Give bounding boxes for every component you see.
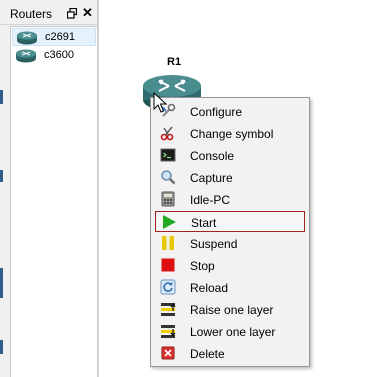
menu-item-start[interactable]: Start	[155, 211, 305, 232]
menu-item-suspend[interactable]: Suspend	[155, 233, 305, 254]
list-item-c2691[interactable]: c2691	[12, 28, 96, 46]
menu-item-idle-pc[interactable]: Idle-PC	[155, 189, 305, 210]
menu-item-lower-layer[interactable]: Lower one layer	[155, 321, 305, 342]
menu-item-capture[interactable]: Capture	[155, 167, 305, 188]
console-icon	[160, 148, 176, 162]
menu-item-label: Suspend	[190, 237, 238, 251]
menu-item-label: Change symbol	[190, 127, 274, 141]
menu-item-change-symbol[interactable]: Change symbol	[155, 123, 305, 144]
menu-item-label: Configure	[190, 105, 243, 119]
reload-icon	[160, 279, 176, 295]
float-icon[interactable]	[67, 8, 77, 19]
edge-decoration	[0, 340, 3, 354]
change-symbol-icon	[160, 126, 174, 141]
menu-item-label: Delete	[190, 347, 225, 361]
menu-item-reload[interactable]: Reload	[155, 277, 305, 298]
dock-header: Routers ✕	[0, 4, 97, 25]
stop-icon	[161, 258, 175, 272]
router-icon	[16, 49, 36, 63]
lower-layer-icon	[161, 325, 176, 338]
mouse-cursor-icon	[153, 92, 168, 113]
menu-item-label: Stop	[190, 259, 215, 273]
menu-item-label: Idle-PC	[190, 193, 231, 207]
menu-item-label: Lower one layer	[190, 325, 276, 339]
close-icon[interactable]: ✕	[82, 5, 93, 21]
menu-item-delete[interactable]: Delete	[155, 343, 305, 364]
dock-title: Routers	[10, 7, 53, 21]
start-icon	[163, 215, 176, 229]
capture-icon	[161, 170, 176, 185]
menu-item-raise-layer[interactable]: Raise one layer	[155, 299, 305, 320]
router-icon	[17, 31, 37, 45]
edge-decoration	[0, 268, 3, 298]
delete-icon	[161, 346, 175, 360]
edge-decoration	[0, 90, 3, 104]
menu-item-label: Console	[190, 149, 235, 163]
suspend-icon	[162, 236, 174, 250]
raise-layer-icon	[161, 303, 176, 316]
router-list: c2691 c3600	[10, 26, 97, 377]
list-item-label: c2691	[45, 31, 75, 43]
context-menu: Configure Change symbol Console Capture	[150, 97, 310, 367]
canvas-divider	[98, 0, 99, 377]
list-item-c3600[interactable]: c3600	[12, 47, 96, 65]
menu-item-configure[interactable]: Configure	[155, 101, 305, 122]
menu-item-label: Start	[191, 216, 217, 230]
menu-item-label: Capture	[190, 171, 233, 185]
menu-item-console[interactable]: Console	[155, 145, 305, 166]
edge-decoration	[0, 170, 3, 182]
list-item-label: c3600	[44, 49, 74, 61]
node-label: R1	[167, 56, 182, 68]
menu-item-label: Raise one layer	[190, 303, 274, 317]
idle-pc-icon	[161, 191, 175, 207]
menu-item-stop[interactable]: Stop	[155, 255, 305, 276]
menu-item-label: Reload	[190, 281, 229, 295]
routers-dock: Routers ✕ c2691 c3600	[0, 0, 98, 377]
